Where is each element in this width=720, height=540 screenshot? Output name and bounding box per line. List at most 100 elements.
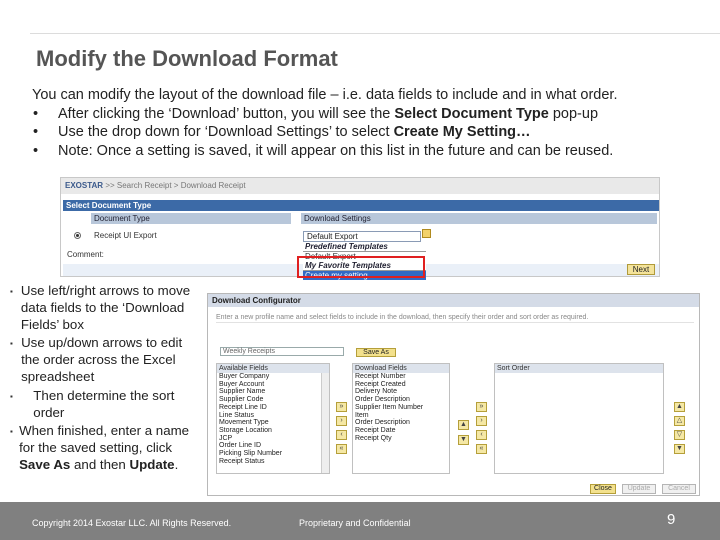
bullet-marker: ▪ bbox=[10, 287, 13, 296]
list-item[interactable]: Picking Slip Number bbox=[217, 450, 329, 458]
list-item: ▪ Use left/right arrows to move data fie… bbox=[8, 283, 204, 333]
move-down-button[interactable]: ▼ bbox=[458, 435, 469, 445]
list-item[interactable]: Buyer Company bbox=[217, 373, 329, 381]
list-item[interactable]: Receipt Line ID bbox=[217, 404, 329, 412]
bullet-marker: ▪ bbox=[10, 391, 13, 401]
cancel-button[interactable]: Cancel bbox=[662, 484, 696, 494]
list-item[interactable]: Order Description bbox=[353, 419, 449, 427]
bullet-marker: • bbox=[33, 142, 39, 159]
sort-move-bottom-button[interactable]: ▼ bbox=[674, 444, 685, 454]
list-item[interactable]: Supplier Code bbox=[217, 396, 329, 404]
dropdown-group-predefined: Predefined Templates bbox=[303, 242, 426, 252]
sort-remove-all-button[interactable]: « bbox=[476, 444, 487, 454]
page-number: 9 bbox=[667, 511, 676, 528]
highlight-box bbox=[297, 256, 425, 278]
bullet-text: Use left/right arrows to move data field… bbox=[20, 283, 191, 332]
profile-name-input[interactable]: Weekly Receipts bbox=[220, 347, 344, 356]
bullet-bold: Update bbox=[129, 456, 175, 472]
next-button[interactable]: Next bbox=[627, 264, 655, 275]
save-as-button[interactable]: Save As bbox=[356, 348, 396, 357]
intro-bullet: • Use the drop down for ‘Download Settin… bbox=[32, 123, 712, 142]
list-item[interactable]: Supplier Item Number bbox=[353, 404, 449, 412]
download-fields-header: Download Fields bbox=[353, 364, 449, 373]
list-item[interactable]: Movement Type bbox=[217, 419, 329, 427]
slide-footer: Copyright 2014 Exostar LLC. All Rights R… bbox=[0, 502, 720, 540]
bullet-marker: ▪ bbox=[10, 339, 13, 349]
document-type-column-header: Document Type bbox=[91, 213, 291, 224]
list-item[interactable]: Receipt Created bbox=[353, 381, 449, 389]
bullet-bold: Select Document Type bbox=[394, 105, 549, 122]
edit-icon[interactable] bbox=[422, 229, 431, 238]
list-item: ▪ When finished, enter a name for the sa… bbox=[8, 423, 204, 473]
move-right-button[interactable]: › bbox=[336, 416, 347, 426]
list-item[interactable]: Receipt Status bbox=[217, 458, 329, 466]
list-item[interactable]: Order Line ID bbox=[217, 442, 329, 450]
sort-order-header: Sort Order bbox=[495, 364, 663, 373]
select-document-type-header: Select Document Type bbox=[63, 200, 659, 211]
bullet-text: Then determine the sort order bbox=[33, 387, 175, 420]
bullet-text: Note: Once a setting is saved, it will a… bbox=[58, 142, 614, 159]
document-type-value: Receipt UI Export bbox=[94, 231, 157, 240]
list-item[interactable]: Storage Location bbox=[217, 427, 329, 435]
breadcrumb: EXOSTAR >> Search Receipt > Download Rec… bbox=[61, 178, 659, 194]
list-item[interactable]: Receipt Date bbox=[353, 427, 449, 435]
list-item: ▪ Use up/down arrows to edit the order a… bbox=[8, 335, 204, 385]
comment-label: Comment: bbox=[67, 250, 104, 259]
bullet-text: Use the drop down for ‘Download Settings… bbox=[58, 124, 394, 140]
download-configurator-screenshot: Download Configurator Enter a new profil… bbox=[207, 293, 700, 496]
bullet-marker: • bbox=[33, 105, 39, 122]
bullet-text: When finished, enter a name for the save… bbox=[19, 423, 190, 456]
exostar-logo: EXOSTAR bbox=[65, 181, 104, 190]
download-settings-select[interactable]: Default Export bbox=[303, 231, 421, 242]
intro-sentence: You can modify the layout of the downloa… bbox=[32, 87, 618, 103]
list-item[interactable]: JCP bbox=[217, 435, 329, 443]
download-settings-column-header: Download Settings bbox=[301, 213, 657, 224]
move-left-all-button[interactable]: « bbox=[336, 444, 347, 454]
instructions-bullet-list: ▪ Use left/right arrows to move data fie… bbox=[8, 283, 204, 476]
list-item[interactable]: Receipt Number bbox=[353, 373, 449, 381]
update-button[interactable]: Update bbox=[622, 484, 656, 494]
intro-bullet: • Note: Once a setting is saved, it will… bbox=[32, 142, 712, 161]
sort-move-down-button[interactable]: ▽ bbox=[674, 430, 685, 440]
list-item[interactable]: Supplier Name bbox=[217, 388, 329, 396]
bullet-text-mid: and then bbox=[70, 456, 130, 472]
breadcrumb-path[interactable]: >> Search Receipt > Download Receipt bbox=[105, 181, 245, 190]
list-item[interactable]: Receipt Qty bbox=[353, 435, 449, 443]
list-item[interactable]: Line Status bbox=[217, 412, 329, 420]
move-left-button[interactable]: ‹ bbox=[336, 430, 347, 440]
move-up-button[interactable]: ▲ bbox=[458, 420, 469, 430]
available-fields-list[interactable]: Available Fields Buyer Company Buyer Acc… bbox=[216, 363, 330, 474]
list-item[interactable]: Delivery Note bbox=[353, 388, 449, 396]
bullet-text: After clicking the ‘Download’ button, yo… bbox=[58, 105, 395, 122]
sort-add-button[interactable]: › bbox=[476, 416, 487, 426]
sort-remove-button[interactable]: ‹ bbox=[476, 430, 487, 440]
close-button[interactable]: Close bbox=[590, 484, 616, 494]
scrollbar[interactable] bbox=[321, 373, 329, 473]
list-item[interactable]: Item bbox=[353, 412, 449, 420]
bullet-text-post: . bbox=[174, 456, 179, 472]
bullet-bold: Create My Setting… bbox=[393, 124, 531, 140]
proprietary-text: Proprietary and Confidential bbox=[299, 518, 411, 528]
configurator-instructions: Enter a new profile name and select fiel… bbox=[216, 314, 694, 323]
select-document-type-screenshot: EXOSTAR >> Search Receipt > Download Rec… bbox=[60, 177, 660, 280]
download-configurator-header: Download Configurator bbox=[208, 294, 699, 307]
move-right-all-button[interactable]: » bbox=[336, 402, 347, 412]
copyright-text: Copyright 2014 Exostar LLC. All Rights R… bbox=[32, 518, 232, 528]
title-divider bbox=[30, 33, 720, 34]
slide-title: Modify the Download Format bbox=[36, 46, 338, 71]
bullet-text: Use up/down arrows to edit the order acr… bbox=[21, 335, 183, 384]
download-fields-list[interactable]: Download Fields Receipt Number Receipt C… bbox=[352, 363, 450, 474]
bullet-marker: • bbox=[33, 124, 39, 140]
sort-move-up-button[interactable]: △ bbox=[674, 416, 685, 426]
list-item: ▪ Then determine the sort order bbox=[8, 388, 204, 422]
bullet-marker: ▪ bbox=[10, 427, 13, 437]
sort-add-all-button[interactable]: » bbox=[476, 402, 487, 412]
sort-order-list[interactable]: Sort Order bbox=[494, 363, 664, 474]
list-item[interactable]: Order Description bbox=[353, 396, 449, 404]
sort-move-top-button[interactable]: ▲ bbox=[674, 402, 685, 412]
available-fields-header: Available Fields bbox=[217, 364, 329, 373]
bullet-text-post: pop-up bbox=[548, 105, 599, 122]
bullet-bold: Save As bbox=[19, 456, 71, 472]
document-type-radio[interactable] bbox=[74, 232, 81, 239]
list-item[interactable]: Buyer Account bbox=[217, 381, 329, 389]
